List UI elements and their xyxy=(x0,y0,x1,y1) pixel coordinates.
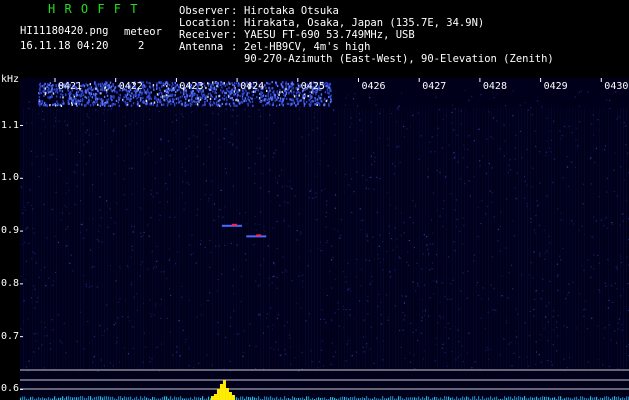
y-tick-label: 0.9 xyxy=(1,225,20,237)
capture-datetime: 16.11.18 04:20 xyxy=(20,40,109,52)
x-tick-label: 0425 xyxy=(301,81,325,92)
info-value-receiver: YAESU FT-690 53.749MHz, USB xyxy=(244,29,415,41)
spectrogram-svg: 0421 0422 0423 0424 0425 0426 0427 0428 0429 0430 xyxy=(20,78,629,400)
spectrum-peak-bar-5 xyxy=(225,388,229,400)
x-tick-label: 0429 xyxy=(544,81,568,92)
y-tick-label: 1.1 xyxy=(1,119,20,131)
spectrum-peak-bar-2 xyxy=(216,389,220,400)
x-tick-label: 0428 xyxy=(483,81,507,92)
spectrum-peak-bar-8 xyxy=(210,396,214,400)
spectrum-peak-bar-4 xyxy=(222,380,226,400)
app-title: H R O F F T xyxy=(48,2,139,16)
info-value-observer: Hirotaka Otsuka xyxy=(244,5,339,17)
y-tick-label: 0.8 xyxy=(1,277,20,289)
x-tick-label: 0426 xyxy=(362,81,386,92)
meteor-echo-core-1 xyxy=(231,223,237,226)
filename: HI11180420.png xyxy=(20,25,109,37)
x-tick-label: 0427 xyxy=(422,81,446,92)
y-axis-unit-label: kHz xyxy=(1,74,20,85)
y-tick-label: 0.6 xyxy=(1,383,20,395)
info-colon: : xyxy=(231,17,238,29)
info-key-observer: Observer xyxy=(179,5,230,17)
info-key-receiver: Receiver xyxy=(179,29,230,41)
y-tick-label: 1.0 xyxy=(1,172,20,184)
info-value-antenna: 2el-HB9CV, 4m's high xyxy=(244,41,371,53)
hrofft-screen: H R O F F T HI11180420.png 16.11.18 04:2… xyxy=(0,0,629,400)
info-value-location: Hirakata, Osaka, Japan (135.7E, 34.9N) xyxy=(244,17,485,29)
x-tick-label: 0424 xyxy=(240,81,264,92)
x-tick-label: 0422 xyxy=(119,81,143,92)
meteor-echo-core-2 xyxy=(256,234,262,237)
spectrum-peak-bar-7 xyxy=(231,395,235,400)
spectrum-peak-bar-3 xyxy=(219,384,223,400)
info-colon: : xyxy=(231,5,238,17)
info-value-antenna-direction: 90-270-Azimuth (East-West), 90-Elevation… xyxy=(244,53,554,65)
info-colon: : xyxy=(231,41,238,53)
spectrum-peak-bar-6 xyxy=(228,392,232,400)
spectrum-peak-bar-1 xyxy=(213,394,217,400)
meteor-echo-2 xyxy=(246,235,267,238)
spectrogram-plot: 0421 0422 0423 0424 0425 0426 0427 0428 0429 0430 xyxy=(20,78,629,400)
plot-background xyxy=(20,78,629,400)
x-tick-label: 0423 xyxy=(179,81,203,92)
y-tick-label: 0.7 xyxy=(1,330,20,342)
meteor-label: meteor xyxy=(124,26,162,38)
x-tick-label: 0430 xyxy=(604,81,628,92)
info-key-location: Location xyxy=(179,17,230,29)
info-colon: : xyxy=(231,29,238,41)
meteor-count: 2 xyxy=(138,40,145,52)
info-key-antenna: Antenna xyxy=(179,41,224,53)
x-tick-label: 0421 xyxy=(58,81,82,92)
